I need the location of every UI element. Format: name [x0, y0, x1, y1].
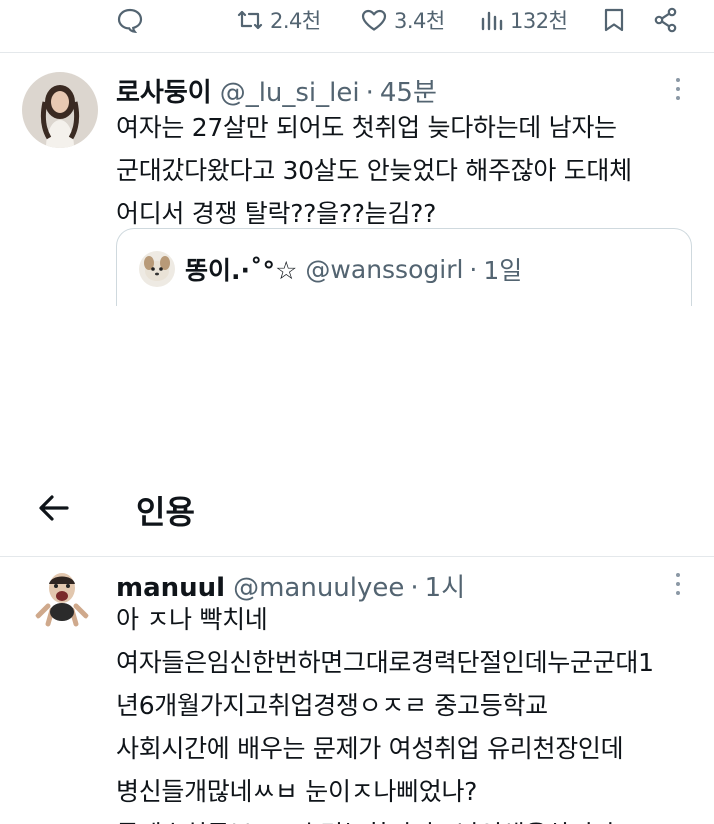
speech-bubble-icon — [116, 7, 144, 33]
tweet-text-line: 병신들개많네ㅆㅂ 눈이ㅈ나삐었나? — [116, 777, 478, 806]
quoted-avatar — [139, 251, 175, 287]
tweet-text-line: 여자는 27살만 되어도 첫취업 늦다하는데 남자는 — [116, 113, 617, 142]
quoted-timestamp: 1일 — [483, 256, 523, 285]
retweet-button[interactable]: 2.4천 — [236, 6, 321, 34]
tweet-text-line: 통계수치를보고도흐린눈할거면그냥인생을살지마 — [116, 813, 654, 824]
more-options-icon[interactable] — [674, 78, 682, 100]
tweet-text-line: 사회시간에 배우는 문제가 여성취업 유리천장인데 — [116, 734, 624, 763]
quoted-user-handle: @wanssogirl — [305, 254, 464, 284]
separator-dot: · — [469, 254, 478, 284]
bookmark-icon — [603, 7, 625, 33]
tweet-text: 여자는 27살만 되어도 첫취업 늦다하는데 남자는 군대갔다왔다고 30살도 … — [116, 106, 632, 235]
heart-icon — [360, 8, 388, 32]
separator-dot: · — [365, 78, 374, 108]
timestamp[interactable]: 45분 — [380, 72, 437, 109]
tweet-text-line: 여자들은임신한번하면그대로경력단절인데누군군대1 — [116, 648, 654, 677]
tweet-action-bar: 2.4천 3.4천 132천 — [0, 0, 714, 44]
tweet-text-line: 년6개월가지고취업경쟁ㅇㅈㄹ 중고등학교 — [116, 691, 548, 720]
divider — [0, 52, 714, 53]
more-options-icon[interactable] — [674, 573, 682, 595]
reply-button[interactable] — [116, 6, 144, 34]
divider — [0, 556, 714, 557]
avatar[interactable] — [30, 566, 94, 630]
avatar[interactable] — [22, 72, 98, 148]
share-button[interactable] — [653, 6, 679, 34]
bookmark-button[interactable] — [603, 6, 625, 34]
quoted-display-name: 똥이.·˚°☆ — [185, 256, 298, 285]
page-title: 인용 — [136, 493, 195, 531]
tweet-header: 로사둥이 @_lu_si_lei · 45분 — [116, 72, 437, 109]
like-button[interactable]: 3.4천 — [360, 6, 445, 34]
like-count: 3.4천 — [394, 9, 445, 33]
tweet-text-line: 아 ㅈ나 빡치네 — [116, 605, 268, 634]
blank-area — [0, 306, 714, 466]
views-button[interactable]: 132천 — [480, 6, 568, 34]
share-icon — [653, 7, 679, 33]
user-handle[interactable]: @_lu_si_lei — [220, 78, 360, 108]
retweet-icon — [236, 8, 264, 32]
tweet-text: 아 ㅈ나 빡치네 여자들은임신한번하면그대로경력단절인데누군군대1 년6개월가지… — [116, 598, 654, 824]
display-name[interactable]: 로사둥이 — [116, 72, 212, 109]
view-count: 132천 — [510, 9, 568, 33]
retweet-count: 2.4천 — [270, 9, 321, 33]
quoted-tweet-header: 똥이.·˚°☆ @wanssogirl · 1일 — [139, 251, 522, 287]
tweet-text-line: 군대갔다왔다고 30살도 안늦었다 해주잖아 도대체 — [116, 156, 632, 185]
arrow-left-icon — [39, 495, 69, 521]
back-button[interactable] — [36, 490, 72, 526]
bar-chart-icon — [480, 8, 504, 32]
